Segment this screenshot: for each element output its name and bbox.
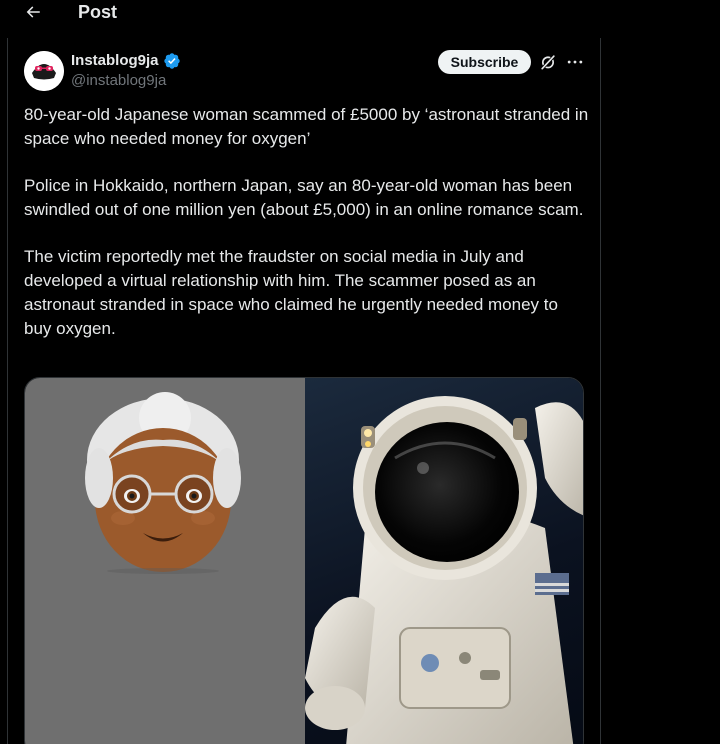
grok-icon[interactable] xyxy=(538,52,558,72)
subscribe-button[interactable]: Subscribe xyxy=(438,50,531,74)
astronaut-image xyxy=(305,378,583,744)
tweet-paragraph: Police in Hokkaido, northern Japan, say … xyxy=(24,176,584,219)
top-header: Post xyxy=(0,0,600,38)
old-woman-emoji-image xyxy=(25,378,305,744)
tweet-text: 80-year-old Japanese woman scammed of £5… xyxy=(24,103,590,364)
page-title: Post xyxy=(78,2,118,22)
verified-badge-icon xyxy=(164,53,180,69)
author-handle[interactable]: @instablog9ja xyxy=(71,71,166,90)
back-arrow-icon xyxy=(26,6,40,18)
tweet-media[interactable] xyxy=(24,377,584,744)
tweet-paragraph: The victim reportedly met the fraudster … xyxy=(24,247,558,338)
avatar[interactable] xyxy=(24,51,64,91)
back-button[interactable] xyxy=(22,0,44,24)
instablog9ja-logo xyxy=(24,51,64,91)
author-display-name[interactable]: Instablog9ja xyxy=(71,51,159,70)
more-icon[interactable] xyxy=(565,52,585,72)
tweet-paragraph: 80-year-old Japanese woman scammed of £5… xyxy=(24,105,589,148)
